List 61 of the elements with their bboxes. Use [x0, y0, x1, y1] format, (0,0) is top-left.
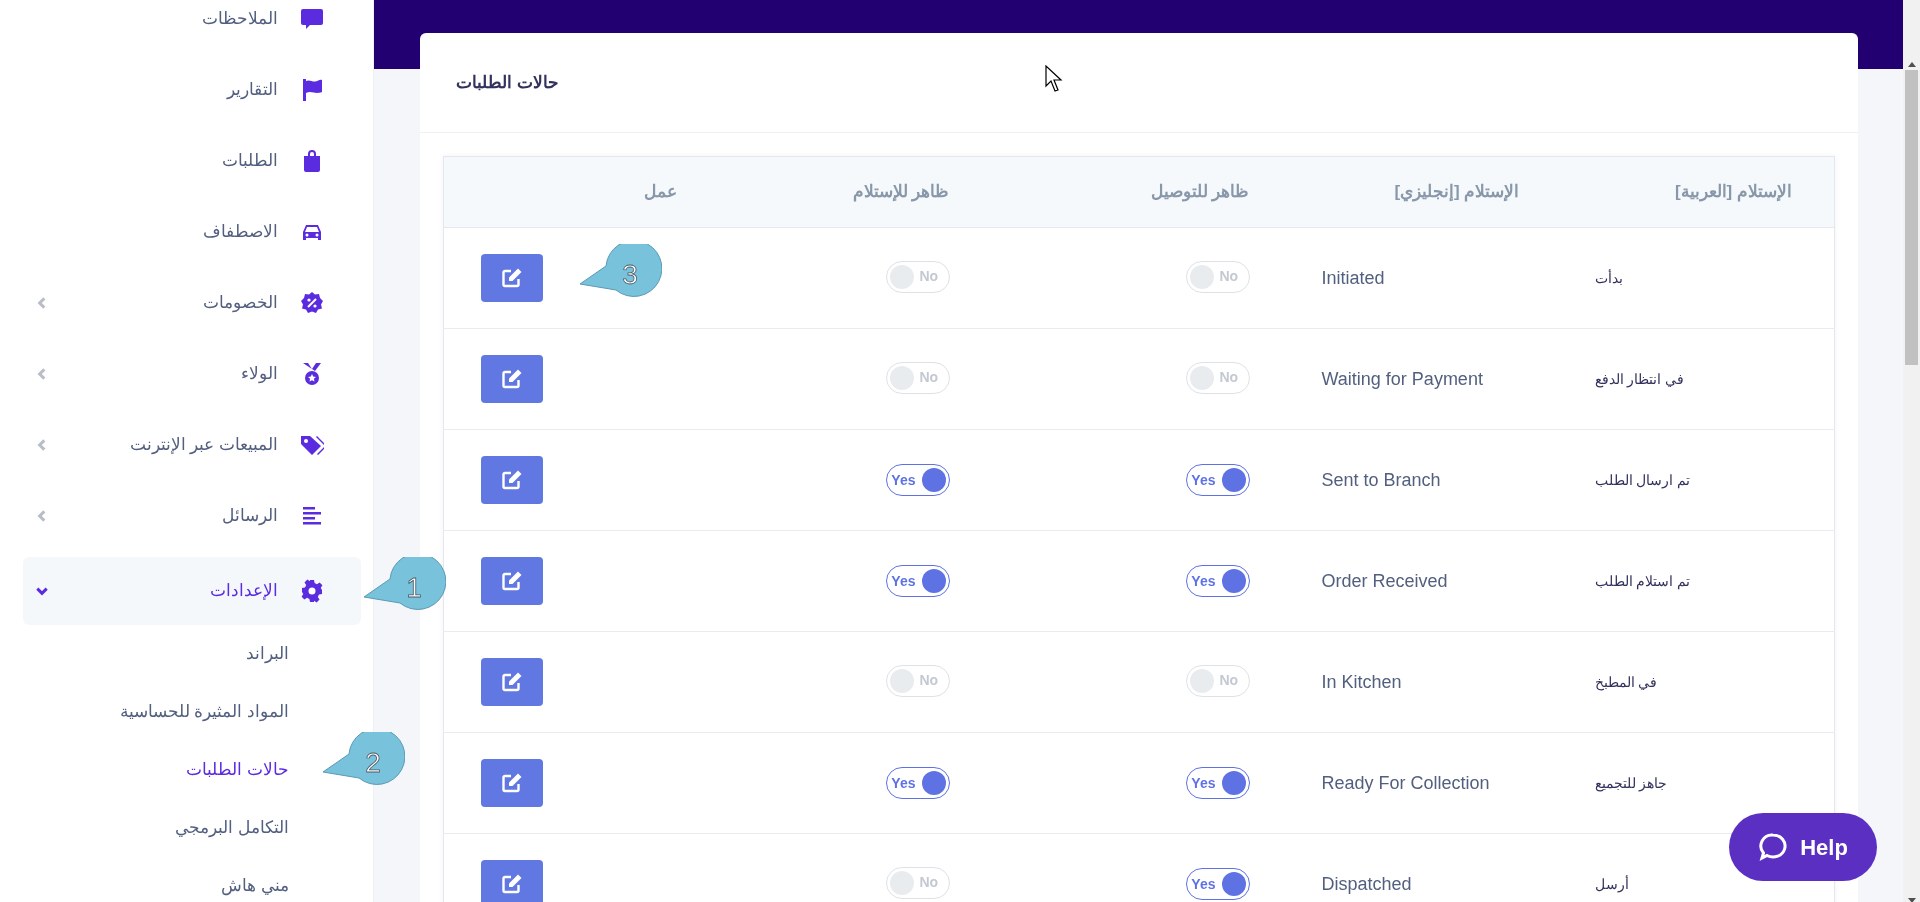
- table-cell: Ready For Collection: [1321, 772, 1490, 793]
- sidebar-item[interactable]: الولاء: [23, 338, 361, 409]
- submenu-item[interactable]: البراند: [246, 625, 289, 683]
- table-cell: Waiting for Payment: [1321, 368, 1483, 389]
- table-cell: في انتظار الدفع: [1594, 370, 1685, 387]
- submenu-item[interactable]: حالات الطلبات: [186, 741, 289, 799]
- edit-icon: [501, 671, 523, 693]
- scroll-down-arrow-icon[interactable]: [1906, 897, 1917, 902]
- table-cell: جاهز للتجميع: [1594, 774, 1668, 791]
- scrollbar[interactable]: [1903, 0, 1920, 902]
- column-header: عمل: [643, 182, 677, 202]
- sidebar-item[interactable]: المبيعات عبر الإنترنت: [23, 409, 361, 480]
- column-header: الإستلام [العربية]: [1674, 182, 1792, 202]
- table-cell: تم ارسال الطلب: [1594, 471, 1691, 488]
- column-header: الإستلام [إنجليزي]: [1394, 182, 1520, 202]
- sidebar-item[interactable]: الخصومات: [23, 267, 361, 338]
- callout-number: 1: [406, 572, 422, 603]
- table-cell: في المطبخ: [1594, 673, 1658, 690]
- table-cell: Sent to Branch: [1321, 469, 1441, 490]
- edit-icon: [501, 368, 523, 390]
- column-header: ظاهر للتوصيل: [1150, 182, 1250, 202]
- edit-button[interactable]: [481, 759, 543, 807]
- column-header: ظاهر للإستلام: [852, 182, 950, 202]
- edit-button[interactable]: [481, 254, 543, 302]
- edit-button[interactable]: [481, 557, 543, 605]
- edit-icon: [501, 570, 523, 592]
- flag-icon: [300, 77, 324, 102]
- sidebar-item[interactable]: الاصطفاف: [23, 196, 361, 267]
- percent-badge-icon: [300, 290, 324, 315]
- submenu-item[interactable]: التكامل البرمجي: [175, 799, 289, 857]
- scroll-up-arrow-icon[interactable]: [1906, 61, 1917, 67]
- mouse-pointer-icon: [1045, 65, 1063, 93]
- sidebar-item[interactable]: الطلبات: [23, 125, 361, 196]
- table-cell: Dispatched: [1321, 873, 1412, 894]
- table-cell: In Kitchen: [1321, 671, 1402, 692]
- edit-button[interactable]: [481, 456, 543, 504]
- gear-icon: [300, 579, 324, 603]
- card-title: حالات الطلبات: [456, 71, 559, 94]
- sidebar-item[interactable]: الملاحظات: [23, 0, 361, 54]
- table-cell: بدأت: [1594, 269, 1623, 286]
- chat-bubble-icon: [1758, 832, 1789, 862]
- edit-button[interactable]: [481, 355, 543, 403]
- table-cell: أرسل: [1594, 875, 1629, 892]
- sidebar-item[interactable]: الرسائل: [23, 480, 361, 551]
- edit-icon: [501, 267, 523, 289]
- table-cell: تم استلام الطلب: [1594, 572, 1691, 589]
- help-button[interactable]: Help: [1729, 813, 1877, 881]
- edit-icon: [501, 873, 523, 895]
- callout-number: 3: [622, 259, 638, 290]
- submenu-item[interactable]: مني هاش: [221, 857, 289, 902]
- callout-number: 2: [365, 747, 381, 778]
- sidebar-item[interactable]: الإعدادات: [23, 557, 361, 625]
- sidebar-item[interactable]: التقارير: [23, 54, 361, 125]
- edit-icon: [501, 469, 523, 491]
- edit-button[interactable]: [481, 860, 543, 902]
- table-cell: Initiated: [1321, 267, 1385, 288]
- speech-bubble-icon: [300, 6, 324, 31]
- edit-button[interactable]: [481, 658, 543, 706]
- table-cell: Order Received: [1321, 570, 1448, 591]
- submenu-item[interactable]: المواد المثيرة للحساسية: [119, 683, 289, 741]
- edit-icon: [501, 772, 523, 794]
